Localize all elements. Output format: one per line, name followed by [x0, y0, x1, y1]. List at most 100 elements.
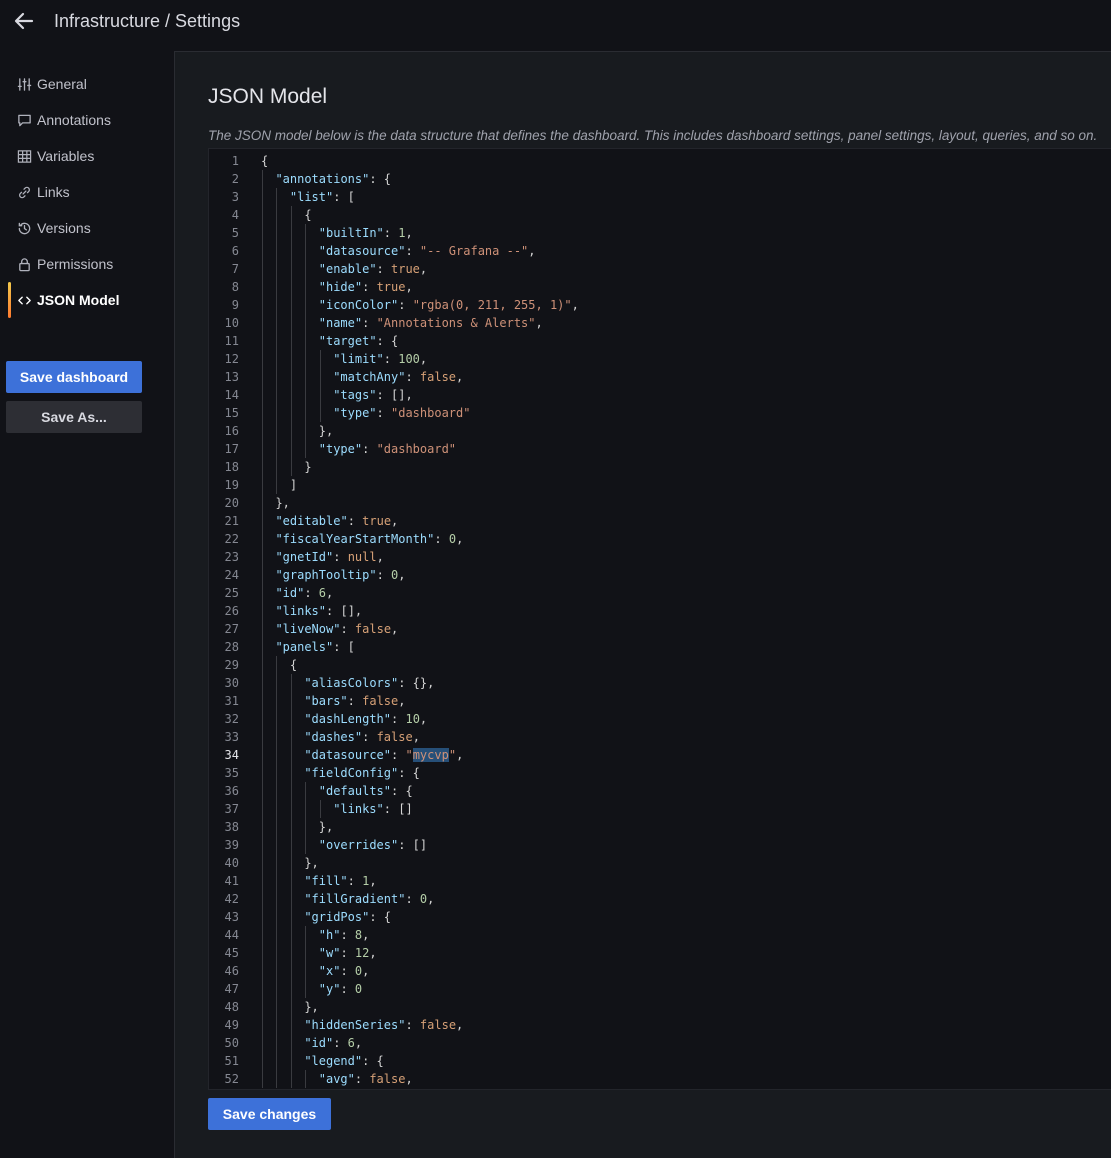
code-token: :	[383, 352, 399, 366]
code-token: "fillGradient"	[304, 892, 406, 906]
code-text: }	[304, 458, 311, 476]
code-token: ]	[289, 478, 298, 492]
sidebar-item-general[interactable]: General	[0, 66, 160, 102]
code-token: "tags"	[333, 388, 377, 402]
code-token: : {},	[398, 676, 435, 690]
top-bar: Infrastructure / Settings	[0, 0, 1111, 44]
line-number: 18	[224, 460, 239, 474]
code-text: },	[319, 422, 333, 440]
code-token: ,	[427, 892, 435, 906]
code-brackets-icon	[17, 293, 32, 308]
code-token: :	[405, 244, 420, 258]
code-line: 49 "hiddenSeries": false,	[209, 1016, 1111, 1034]
sidebar-item-json-model[interactable]: JSON Model	[0, 282, 160, 318]
code-token: "avg"	[318, 1072, 355, 1086]
page-title: Infrastructure / Settings	[54, 11, 241, 31]
code-line: 45 "w": 12,	[209, 944, 1111, 962]
json-code-editor[interactable]: 1{2 "annotations": {3 "list": [4{5 "builtIn…	[208, 148, 1111, 1090]
code-line: 29 {	[209, 656, 1111, 674]
code-token: : {	[376, 334, 399, 348]
code-token: "rgba(0, 211, 255, 1)"	[412, 298, 572, 312]
code-token: : [	[333, 640, 355, 654]
code-token: },	[318, 424, 334, 438]
save-changes-button[interactable]: Save changes	[208, 1098, 331, 1130]
code-token: :	[391, 712, 406, 726]
code-token: ,	[405, 226, 413, 240]
code-text: "fill": 1,	[304, 872, 376, 890]
code-token: "liveNow"	[275, 622, 341, 636]
code-token: :	[405, 1018, 420, 1032]
code-line: 8 "hide": true,	[209, 278, 1111, 296]
code-token: "graphTooltip"	[275, 568, 377, 582]
code-line: 34 "datasource": "mycvp",	[209, 746, 1111, 764]
code-line: 40},	[209, 854, 1111, 872]
code-token: ,	[398, 568, 406, 582]
line-number: 27	[224, 622, 239, 636]
code-text: "links": []	[333, 800, 412, 818]
code-token: "matchAny"	[333, 370, 406, 384]
code-token: "editable"	[275, 514, 348, 528]
code-token: false	[362, 694, 399, 708]
code-line: 37 "links": []	[209, 800, 1111, 818]
line-number: 34	[224, 748, 239, 762]
code-line: 9 "iconColor": "rgba(0, 211, 255, 1)",	[209, 296, 1111, 314]
line-number: 29	[224, 658, 239, 672]
lock-icon	[17, 257, 32, 272]
code-line: 33 "dashes": false,	[209, 728, 1111, 746]
code-line: 47 "y": 0	[209, 980, 1111, 998]
code-token: :	[398, 298, 413, 312]
code-token: ,	[398, 694, 406, 708]
code-line: 17 "type": "dashboard"	[209, 440, 1111, 458]
selected-text: mycvp	[412, 748, 449, 762]
line-number: 35	[224, 766, 239, 780]
line-number: 20	[224, 496, 239, 510]
code-text: "fillGradient": 0,	[304, 890, 434, 908]
code-text: "x": 0,	[319, 962, 370, 980]
sidebar-item-links[interactable]: Links	[0, 174, 160, 210]
code-line: 14 "tags": [],	[209, 386, 1111, 404]
code-token: ,	[326, 586, 334, 600]
code-token: :	[362, 442, 377, 456]
code-token: "datasource"	[304, 748, 392, 762]
line-number: 28	[224, 640, 239, 654]
save-dashboard-button[interactable]: Save dashboard	[6, 361, 142, 393]
line-number: 9	[231, 298, 239, 312]
code-token: :	[340, 982, 355, 996]
code-line: 25 "id": 6,	[209, 584, 1111, 602]
code-token: "gnetId"	[275, 550, 334, 564]
code-token: :	[391, 748, 406, 762]
code-line: 50 "id": 6,	[209, 1034, 1111, 1052]
code-token: 0	[354, 982, 363, 996]
code-text: "matchAny": false,	[333, 368, 463, 386]
code-line: 38},	[209, 818, 1111, 836]
code-text: "gnetId": null,	[275, 548, 383, 566]
sidebar-item-versions[interactable]: Versions	[0, 210, 160, 246]
line-number: 38	[224, 820, 239, 834]
code-line: 4{	[209, 206, 1111, 224]
back-button[interactable]	[12, 9, 36, 33]
save-as-button[interactable]: Save As...	[6, 401, 142, 433]
code-line: 23 "gnetId": null,	[209, 548, 1111, 566]
code-line: 3 "list": [	[209, 188, 1111, 206]
sidebar-item-permissions[interactable]: Permissions	[0, 246, 160, 282]
code-token: "	[405, 748, 413, 762]
code-token: "dashboard"	[391, 406, 471, 420]
line-number: 21	[224, 514, 239, 528]
code-text: "avg": false,	[319, 1070, 413, 1088]
code-token: ,	[354, 1036, 363, 1050]
line-number: 32	[224, 712, 239, 726]
code-token: ,	[419, 262, 428, 276]
line-number: 2	[231, 172, 239, 186]
code-token: "gridPos"	[304, 910, 370, 924]
code-text: "hide": true,	[319, 278, 413, 296]
sidebar-item-annotations[interactable]: Annotations	[0, 102, 160, 138]
code-line: 20},	[209, 494, 1111, 512]
code-token: :	[354, 1072, 370, 1086]
sidebar-item-variables[interactable]: Variables	[0, 138, 160, 174]
code-token: false	[369, 1072, 406, 1086]
code-line: 39 "overrides": []	[209, 836, 1111, 854]
code-line: 51 "legend": {	[209, 1052, 1111, 1070]
code-text: "dashLength": 10,	[304, 710, 427, 728]
code-token: :	[347, 874, 363, 888]
code-line: 24 "graphTooltip": 0,	[209, 566, 1111, 584]
